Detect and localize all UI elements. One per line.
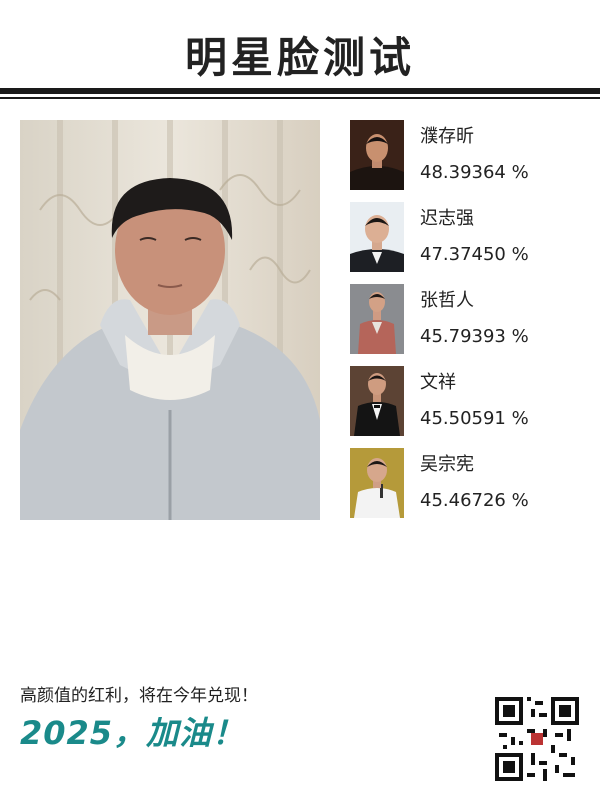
celebrity-photo [350, 120, 404, 190]
header-divider-thick [0, 88, 600, 94]
celebrity-photo [350, 284, 404, 354]
qr-code[interactable] [495, 697, 579, 781]
result-item-3: 张哲人 45.79393 % [350, 284, 580, 356]
similarity-score: 45.79393 % [420, 326, 529, 347]
celebrity-name: 文祥 [420, 372, 456, 393]
celebrity-photo [350, 448, 404, 518]
result-item-1: 濮存昕 48.39364 % [350, 120, 580, 192]
celebrity-name: 濮存昕 [420, 126, 474, 147]
header-divider-thin [0, 97, 600, 99]
similarity-score: 48.39364 % [420, 162, 529, 183]
similarity-score: 47.37450 % [420, 244, 529, 265]
result-item-5: 吴宗宪 45.46726 % [350, 448, 580, 520]
celebrity-name: 吴宗宪 [420, 454, 474, 475]
result-item-2: 迟志强 47.37450 % [350, 202, 580, 274]
celebrity-name: 张哲人 [420, 290, 474, 311]
cheer-text: 2025，加油！ [20, 714, 246, 752]
celebrity-name: 迟志强 [420, 208, 474, 229]
similarity-score: 45.46726 % [420, 490, 529, 511]
celebrity-photo [350, 202, 404, 272]
slogan-text: 高颜值的红利，将在今年兑现！ [20, 686, 258, 706]
celebrity-photo [350, 366, 404, 436]
page-title: 明星脸测试 [184, 33, 415, 82]
similarity-score: 45.50591 % [420, 408, 529, 429]
uploaded-photo [20, 120, 320, 520]
result-item-4: 文祥 45.50591 % [350, 366, 580, 438]
